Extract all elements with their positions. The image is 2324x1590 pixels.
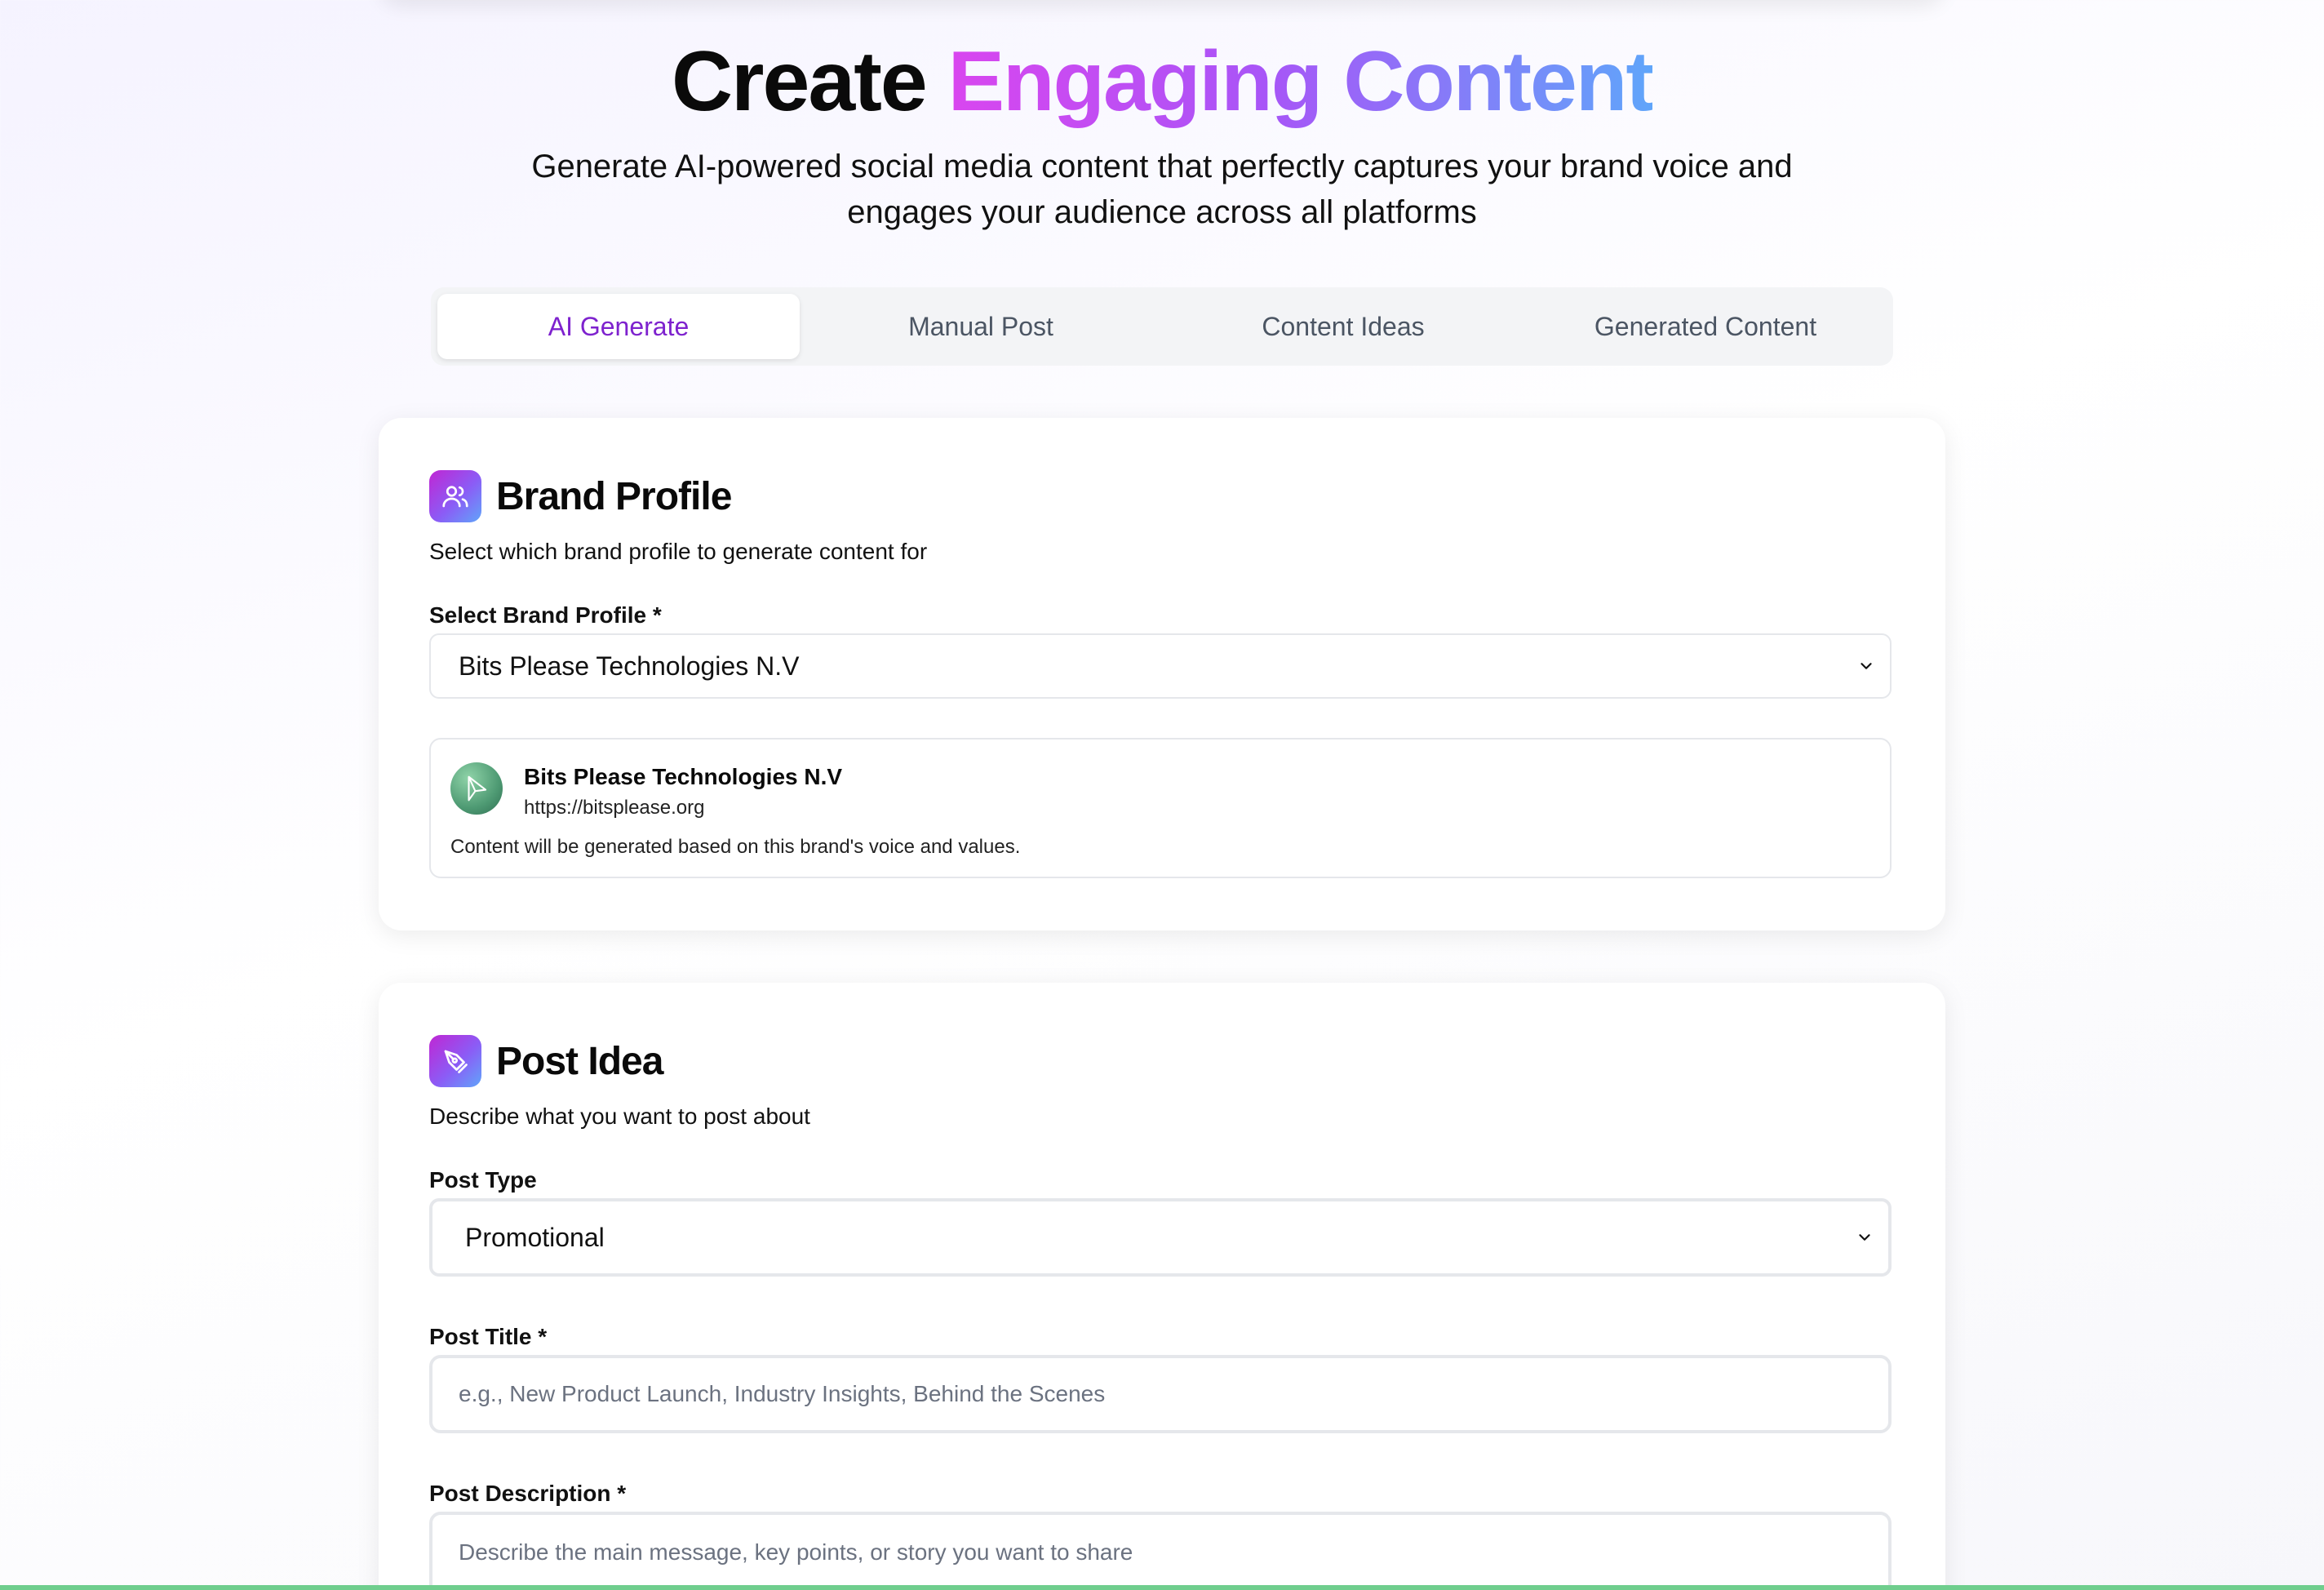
page-title-gradient: Engaging Content [947,34,1654,129]
users-icon [429,470,481,522]
tab-bar: AI Generate Manual Post Content Ideas Ge… [431,287,1893,366]
brand-info-note: Content will be generated based on this … [450,836,1021,858]
post-description-placeholder: Describe the main message, key points, o… [459,1539,1133,1565]
selected-brand-info: Bits Please Technologies N.V https://bit… [429,738,1892,878]
page-title: Create Engaging Content [0,33,2324,131]
brand-profile-card: Brand Profile Select which brand profile… [379,418,1945,930]
page-subtitle: Generate AI-powered social media content… [531,149,1793,230]
brand-info-url: https://bitsplease.org [524,797,705,819]
post-idea-title: Post Idea [496,1039,663,1083]
brand-profile-select[interactable]: Bits Please Technologies N.V [429,633,1892,699]
post-type-label: Post Type [429,1167,537,1192]
tab-content-ideas[interactable]: Content Ideas [1162,294,1524,359]
tab-manual-post[interactable]: Manual Post [800,294,1162,359]
brand-avatar [450,762,503,815]
post-idea-card: Post Idea Describe what you want to post… [379,983,1945,1590]
post-idea-header: Post Idea [429,1035,663,1087]
post-idea-description: Describe what you want to post about [429,1104,810,1129]
chevron-down-icon [1859,1234,1870,1241]
post-description-textarea[interactable]: Describe the main message, key points, o… [429,1512,1892,1590]
post-title-input[interactable]: e.g., New Product Launch, Industry Insig… [429,1355,1892,1433]
post-type-select-value: Promotional [465,1222,605,1252]
post-type-select[interactable]: Promotional [429,1198,1892,1277]
brand-profile-title: Brand Profile [496,474,732,518]
tab-generated-content[interactable]: Generated Content [1524,294,1887,359]
bottom-accent-line [0,1585,2324,1590]
page-title-plain: Create [671,34,928,129]
tab-ai-generate[interactable]: AI Generate [437,294,800,359]
brand-info-name: Bits Please Technologies N.V [524,764,843,789]
brand-profile-header: Brand Profile [429,470,732,522]
post-title-placeholder: e.g., New Product Launch, Industry Insig… [459,1381,1106,1406]
brand-profile-select-value: Bits Please Technologies N.V [459,651,800,681]
chevron-down-icon [1861,663,1872,669]
pen-tool-icon [429,1035,481,1087]
select-brand-profile-label: Select Brand Profile * [429,602,662,628]
post-title-label: Post Title * [429,1324,548,1349]
brand-profile-description: Select which brand profile to generate c… [429,539,928,564]
post-description-label: Post Description * [429,1481,627,1506]
